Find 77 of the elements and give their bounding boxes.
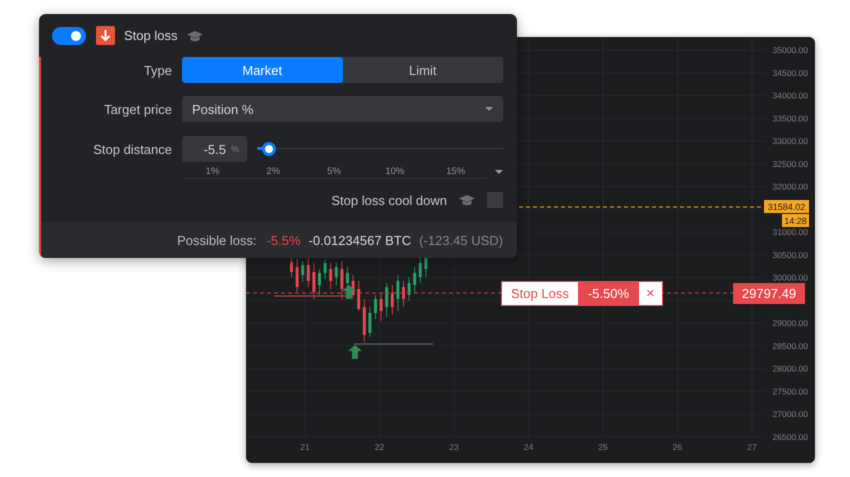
graduation-cap-icon xyxy=(187,30,204,42)
price-axis-label: 34000.00 xyxy=(772,90,808,101)
price-axis-label: 27000.00 xyxy=(772,409,808,420)
price-axis-label: 27500.00 xyxy=(772,386,808,396)
graduation-cap-icon xyxy=(459,194,475,206)
stop-loss-percent: -5.50% xyxy=(578,282,640,305)
price-axis-label: 29000.00 xyxy=(772,318,808,328)
time-axis-label: 25 xyxy=(598,442,608,452)
arrow-up-icon xyxy=(342,285,356,299)
loss-amount: -0.01234567 BTC xyxy=(308,232,412,248)
possible-loss-label: Possible loss: xyxy=(177,232,257,248)
price-axis-label: 30000.00 xyxy=(772,272,808,283)
countdown-label: 14:28 xyxy=(782,214,809,227)
price-axis-label: 26500.00 xyxy=(772,432,808,442)
candle xyxy=(334,262,338,286)
order-type-tab[interactable]: Limit xyxy=(342,57,503,83)
type-label: Type xyxy=(142,62,172,78)
price-axis-label: 33500.00 xyxy=(772,113,808,124)
time-axis-label: 23 xyxy=(449,442,459,452)
candle xyxy=(306,256,310,288)
loss-percent: -5.5% xyxy=(266,232,301,248)
caret-icon xyxy=(485,107,493,111)
price-axis-label: 32500.00 xyxy=(772,158,808,169)
level-line xyxy=(274,295,346,297)
candle xyxy=(329,262,332,290)
price-axis-label: 35000.00 xyxy=(772,45,808,55)
arrow-up-icon xyxy=(348,345,362,359)
candle xyxy=(357,280,360,312)
time-axis-label: 22 xyxy=(374,442,384,452)
time-axis-label: 21 xyxy=(300,442,310,452)
candle xyxy=(385,282,388,318)
candle xyxy=(340,260,344,300)
caret-icon[interactable] xyxy=(495,170,504,174)
current-price-label: 31584.02 xyxy=(764,200,809,213)
candle xyxy=(301,260,304,282)
candle xyxy=(402,280,405,308)
order-type-tab[interactable]: Market xyxy=(182,57,342,83)
candle xyxy=(324,258,327,280)
loss-usd: (-123.45 USD) xyxy=(419,232,503,248)
distance-preset[interactable]: 1% xyxy=(182,164,243,179)
price-axis-label: 33000.00 xyxy=(772,136,808,146)
time-axis-label: 26 xyxy=(672,442,682,452)
price-axis-label: 32000.00 xyxy=(772,182,808,192)
candle xyxy=(413,266,416,294)
candle xyxy=(380,292,383,322)
price-axis-label: 34500.00 xyxy=(772,68,808,78)
stop-loss-price-label: 29797.49 xyxy=(733,283,805,304)
time-axis-label: 24 xyxy=(524,442,534,452)
panel-title: Stop loss xyxy=(124,28,178,43)
distance-preset[interactable]: 5% xyxy=(304,164,364,179)
distance-preset[interactable]: 2% xyxy=(242,164,304,179)
target-price-label: Target price xyxy=(103,102,172,116)
distance-preset[interactable]: 15% xyxy=(425,164,486,179)
candle xyxy=(296,258,299,292)
distance-slider[interactable] xyxy=(257,141,503,157)
enable-toggle[interactable] xyxy=(52,26,86,44)
candle xyxy=(418,256,422,284)
candle xyxy=(408,276,411,302)
target-price-dropdown[interactable]: Position % xyxy=(182,96,503,122)
time-axis-label: 27 xyxy=(747,442,757,452)
candle xyxy=(390,284,394,316)
price-axis-label: 28500.00 xyxy=(772,340,808,351)
cool-down-checkbox[interactable] xyxy=(487,192,503,208)
distance-preset[interactable]: 10% xyxy=(364,164,426,179)
arrow-down-icon xyxy=(96,26,115,45)
stop-distance-input[interactable]: -5.5 % xyxy=(182,136,247,162)
candle xyxy=(318,268,321,296)
price-axis-label: 30500.00 xyxy=(772,250,808,260)
candle xyxy=(312,262,316,300)
candle xyxy=(368,306,372,338)
cool-down-label: Stop loss cool down xyxy=(331,192,447,208)
price-axis-label: 31000.00 xyxy=(772,227,808,238)
candle xyxy=(396,274,400,312)
price-axis-label: 28000.00 xyxy=(772,364,808,374)
candle xyxy=(362,298,366,342)
candle xyxy=(374,294,377,320)
stop-distance-label: Stop distance xyxy=(92,142,172,156)
